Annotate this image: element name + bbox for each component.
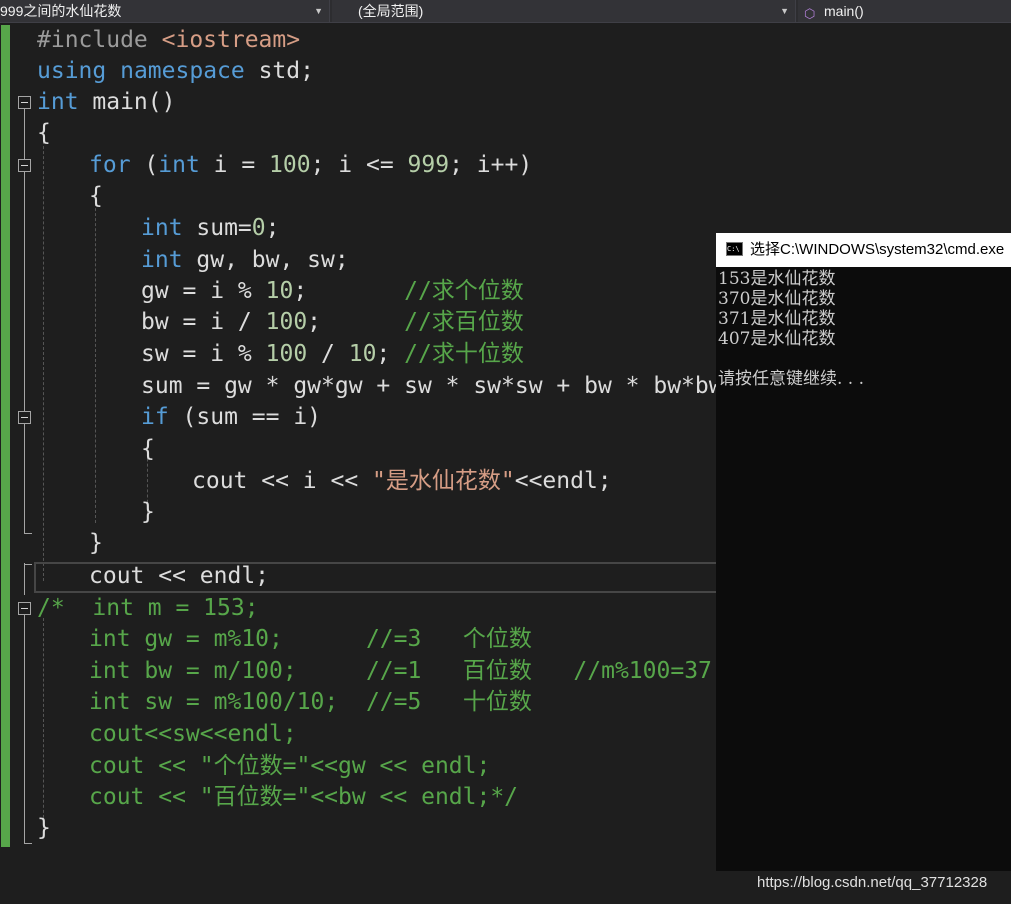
scope-dropdown-label: (全局范围) [358, 3, 424, 19]
console-title-bar[interactable]: C:\ 选择C:\WINDOWS\system32\cmd.exe [716, 233, 1011, 267]
code-line-20: int gw = m%10; //=3 个位数 [89, 626, 532, 652]
code-line-11: sw = i % 100 / 10; //求十位数 [141, 341, 524, 367]
code-line-21: int bw = m/100; //=1 百位数 //m%100=37 [89, 658, 712, 684]
indent-guide [95, 193, 96, 523]
collapse-comment-icon[interactable] [18, 602, 31, 615]
cube-icon: ⬡ [804, 6, 816, 21]
code-line-7: int sum=0; [141, 215, 280, 241]
console-title: 选择C:\WINDOWS\system32\cmd.exe [750, 241, 1005, 258]
code-line-19: /* int m = 153; [37, 595, 259, 621]
code-line-9: gw = i % 10; //求个位数 [141, 278, 524, 304]
code-line-6: { [89, 183, 103, 209]
code-line-1: #include <iostream> [37, 27, 301, 53]
code-line-22: int sw = m%100/10; //=5 十位数 [89, 689, 532, 715]
code-line-24: cout << "个位数="<<gw << endl; [89, 753, 491, 779]
code-line-18: cout << endl; [89, 563, 270, 589]
code-line-3: int main() [37, 89, 176, 115]
code-line-8: int gw, bw, sw; [141, 247, 349, 273]
navigation-bar: 999之间的水仙花数 ▼ (全局范围) ▼ ⬡ main() [0, 0, 1011, 23]
fold-end-marker [24, 564, 32, 565]
code-line-14: { [141, 436, 155, 462]
fold-end-marker [24, 843, 32, 844]
function-dropdown[interactable]: ⬡ main() [798, 0, 1011, 22]
indent-guide [43, 131, 44, 581]
code-line-13: if (sum == i) [141, 404, 322, 430]
console-line: 370是水仙花数 [718, 289, 836, 309]
code-line-10: bw = i / 100; //求百位数 [141, 309, 524, 335]
code-line-12: sum = gw * gw*gw + sw * sw*sw + bw * bw*… [141, 373, 737, 399]
code-line-5: for (int i = 100; i <= 999; i++) [89, 152, 533, 178]
console-window[interactable]: C:\ 选择C:\WINDOWS\system32\cmd.exe 153是水仙… [716, 233, 1011, 871]
fold-region-line [24, 613, 25, 843]
cmd-icon: C:\ [726, 242, 743, 256]
code-line-17: } [89, 530, 103, 556]
code-line-16: } [141, 499, 155, 525]
dropdown-arrow-icon: ▼ [314, 6, 323, 16]
change-tracking-bar [1, 25, 10, 847]
file-scope-dropdown[interactable]: 999之间的水仙花数 ▼ [0, 0, 330, 22]
code-line-2: using namespace std; [37, 58, 314, 84]
console-line: 407是水仙花数 [718, 329, 836, 349]
file-dropdown-label: 999之间的水仙花数 [0, 3, 122, 19]
indent-guide [43, 618, 44, 828]
code-line-25: cout << "百位数="<<bw << endl;*/ [89, 784, 519, 810]
function-dropdown-label: main() [824, 3, 864, 19]
code-line-4: { [37, 120, 51, 146]
code-line-26: } [37, 815, 51, 841]
console-output: 153是水仙花数 370是水仙花数 371是水仙花数 407是水仙花数 请按任意… [718, 269, 1008, 389]
collapse-main-icon[interactable] [18, 96, 31, 109]
dropdown-arrow-icon: ▼ [780, 6, 789, 16]
console-line: 371是水仙花数 [718, 309, 836, 329]
code-line-15: cout << i << "是水仙花数"<<endl; [192, 468, 612, 494]
fold-end-marker [24, 533, 32, 534]
watermark: https://blog.csdn.net/qq_37712328 [757, 874, 988, 891]
fold-region-line [24, 563, 25, 595]
collapse-if-icon[interactable] [18, 411, 31, 424]
fold-region-line [24, 109, 25, 533]
console-line: 153是水仙花数 [718, 269, 836, 289]
collapse-for-icon[interactable] [18, 159, 31, 172]
console-line: 请按任意键继续. . . [718, 369, 865, 389]
global-scope-dropdown[interactable]: (全局范围) ▼ [332, 0, 796, 22]
code-line-23: cout<<sw<<endl; [89, 721, 297, 747]
